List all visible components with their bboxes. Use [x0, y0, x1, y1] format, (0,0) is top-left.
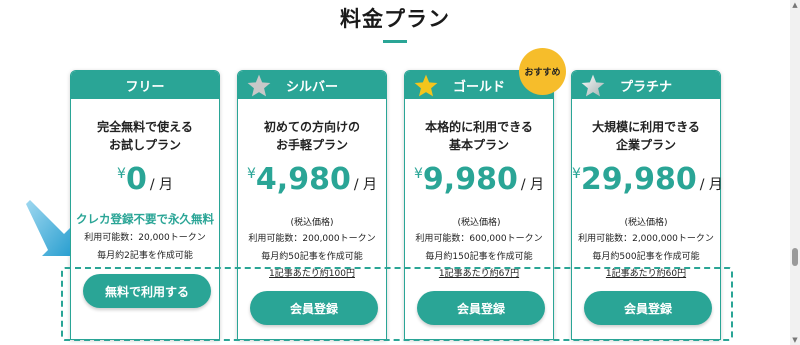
plan-header: シルバー [238, 71, 386, 99]
silver-star-icon [247, 74, 271, 97]
scroll-up-arrow-icon[interactable]: ▲ [791, 1, 799, 9]
price-amount: 29,980 [580, 162, 697, 197]
plan-price: ¥29,980/ 月 [572, 162, 723, 206]
article-count: 毎月約150記事を作成可能 [425, 252, 533, 262]
plan-price: ¥4,980/ 月 [238, 162, 386, 206]
plan-card-gold: ゴールド 本格的に利用できる 基本プラン ¥9,980/ 月 (税込価格) 利用… [404, 70, 554, 340]
price-currency: ¥ [117, 166, 126, 182]
token-limit: 利用可能数：200,000トークン [248, 234, 376, 244]
plan-header: フリー [71, 71, 219, 99]
article-count: 毎月約500記事を作成可能 [592, 252, 700, 262]
plan-description: 本格的に利用できる 基本プラン [405, 118, 553, 154]
plan-description-line: 本格的に利用できる [425, 120, 533, 134]
price-unit: / 月 [353, 177, 377, 193]
price-unit: / 月 [520, 177, 544, 193]
per-article-price: 1記事あたり約60円 [605, 269, 687, 279]
gold-star-icon [414, 74, 438, 97]
plan-price: ¥9,980/ 月 [405, 162, 553, 206]
plan-name: フリー [125, 79, 165, 95]
plan-description-line: 大規模に利用できる [592, 120, 700, 134]
plan-description-line: 完全無料で使える [97, 120, 193, 134]
platinum-star-icon [581, 74, 605, 97]
section-title: 料金プラン [340, 7, 450, 31]
platinum-register-button[interactable]: 会員登録 [584, 291, 712, 325]
tax-note: (税込価格) [457, 218, 501, 228]
pointer-arrow-icon [26, 200, 70, 256]
price-unit: / 月 [699, 177, 723, 193]
plan-name: プラチナ [619, 79, 672, 95]
price-amount: 0 [125, 162, 147, 197]
plan-name: ゴールド [452, 79, 505, 95]
plan-name: シルバー [285, 79, 338, 95]
plan-description-line: お試しプラン [108, 138, 181, 152]
plan-description: 大規模に利用できる 企業プラン [572, 118, 720, 154]
plan-card-silver: シルバー 初めての方向けの お手軽プラン ¥4,980/ 月 (税込価格) 利用… [237, 70, 387, 340]
silver-register-button[interactable]: 会員登録 [250, 291, 378, 325]
plan-description-line: 企業プラン [615, 138, 676, 152]
plan-card-platinum: プラチナ 大規模に利用できる 企業プラン ¥29,980/ 月 (税込価格) 利… [571, 70, 723, 340]
per-article-price: 1記事あたり約100円 [269, 269, 355, 279]
title-underline [383, 40, 407, 43]
free-use-button[interactable]: 無料で利用する [83, 274, 211, 308]
free-forever-note: クレカ登録不要で永久無料 [76, 212, 214, 226]
gold-register-button[interactable]: 会員登録 [417, 291, 545, 325]
price-currency: ¥ [247, 166, 256, 182]
plan-description-line: 初めての方向けの [263, 120, 360, 134]
token-limit: 利用可能数：600,000トークン [415, 234, 543, 244]
price-currency: ¥ [414, 166, 423, 182]
scroll-down-arrow-icon[interactable]: ▼ [791, 336, 799, 344]
plan-description-line: お手軽プラン [275, 138, 348, 152]
token-limit: 利用可能数：2,000,000トークン [578, 234, 714, 244]
price-amount: 4,980 [255, 162, 351, 197]
plan-header: プラチナ [572, 71, 720, 99]
plan-description: 初めての方向けの お手軽プラン [238, 118, 386, 154]
tax-note: (税込価格) [290, 218, 334, 228]
token-limit: 利用可能数：20,000トークン [84, 233, 206, 243]
recommended-badge: おすすめ [519, 48, 566, 95]
plan-description-line: 基本プラン [448, 138, 509, 152]
plan-description: 完全無料で使える お試しプラン [71, 118, 219, 154]
price-currency: ¥ [572, 166, 581, 182]
price-unit: / 月 [149, 177, 173, 193]
page-scrollbar[interactable]: ▲ ▼ [790, 0, 800, 345]
article-count: 毎月約2記事を作成可能 [97, 251, 193, 261]
article-count: 毎月約50記事を作成可能 [261, 252, 363, 262]
price-amount: 9,980 [422, 162, 518, 197]
tax-note: (税込価格) [624, 218, 668, 228]
scroll-thumb[interactable] [792, 248, 798, 266]
plan-price: ¥0/ 月 [71, 162, 219, 206]
per-article-price: 1記事あたり約67円 [438, 269, 520, 279]
plan-card-free: フリー 完全無料で使える お試しプラン ¥0/ 月 クレカ登録不要で永久無料 利… [70, 70, 220, 340]
